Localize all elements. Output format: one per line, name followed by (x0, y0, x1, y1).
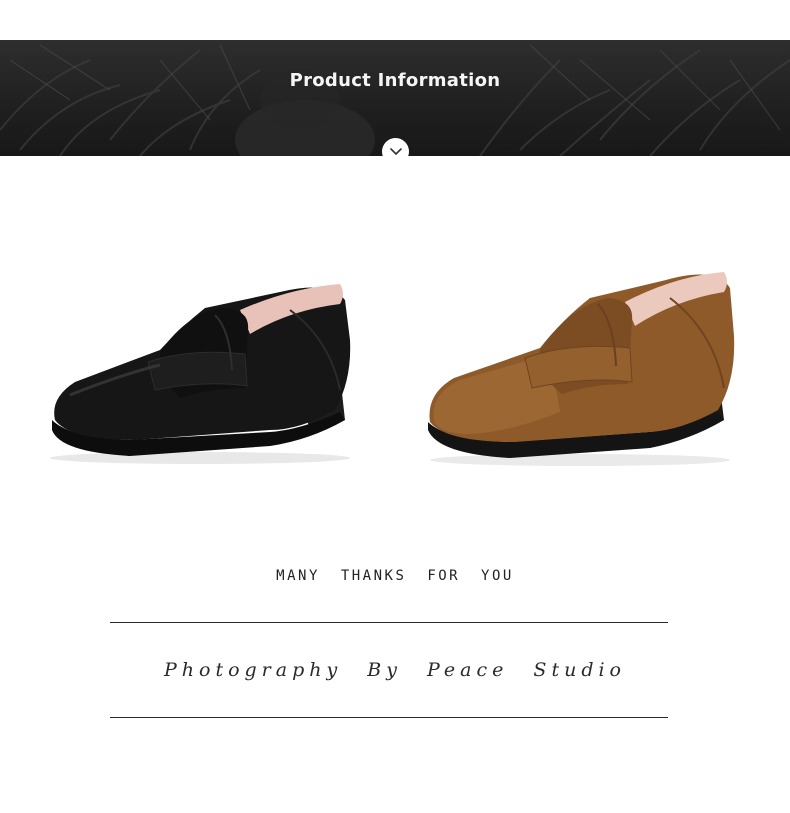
chevron-down-icon (389, 147, 402, 155)
banner-title: Product Information (289, 70, 501, 91)
photography-credit: Photography By Peace Studio (163, 659, 626, 681)
thanks-text: MANY THANKS FOR YOU (276, 568, 514, 584)
brown-loafer-image (428, 272, 735, 466)
product-info-banner: Product Information (0, 40, 790, 156)
divider-bottom (110, 717, 668, 718)
black-loafer-image (50, 284, 351, 464)
divider-top (110, 622, 668, 623)
